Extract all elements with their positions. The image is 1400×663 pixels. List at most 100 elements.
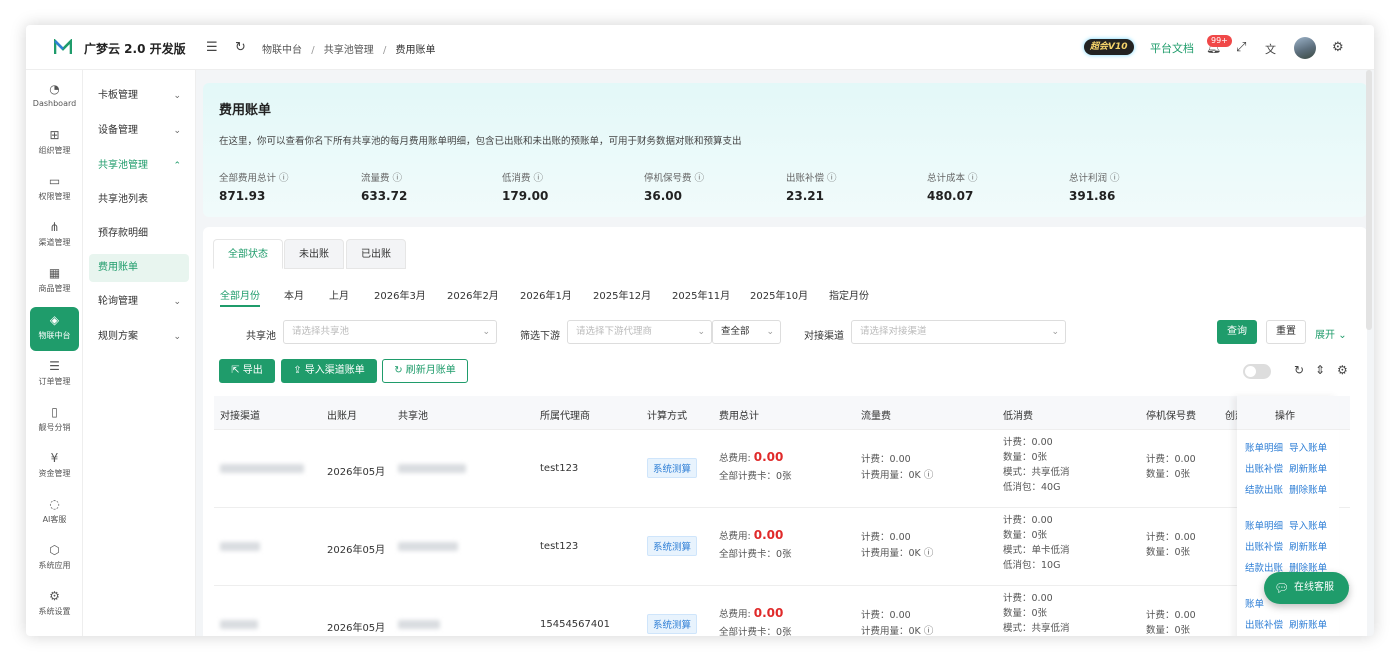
table-settings-icon[interactable]: ⚙ bbox=[1337, 363, 1348, 377]
subnav-item-rules[interactable]: 规则方案 ⌄ bbox=[89, 323, 189, 351]
table-row[interactable]: 2026年05月 15454567401 系统测算 总费用: 0.00 全部计费… bbox=[214, 586, 1350, 636]
query-button[interactable]: 查询 bbox=[1217, 320, 1257, 344]
delete-bill-link[interactable]: 删除账单 bbox=[1289, 485, 1327, 496]
breadcrumb-current: 费用账单 bbox=[395, 45, 436, 56]
refresh-bill-link[interactable]: 刷新账单 bbox=[1289, 620, 1327, 631]
breadcrumb-item[interactable]: 物联中台 bbox=[262, 45, 302, 56]
refresh-month-bill-button[interactable]: ↻ 刷新月账单 bbox=[382, 359, 468, 383]
table-row[interactable]: 2026年05月 test123 系统测算 总费用: 0.00 全部计费卡：0张… bbox=[214, 430, 1350, 508]
help-icon: ⓘ bbox=[827, 173, 837, 184]
rail-item-org[interactable]: ⊞ 组织管理 bbox=[30, 124, 79, 164]
channel-filter-label: 对接渠道 bbox=[804, 331, 844, 342]
month-option[interactable]: 2026年1月 bbox=[520, 287, 572, 302]
subnav-item-polling[interactable]: 轮询管理 ⌄ bbox=[89, 288, 189, 316]
month-option[interactable]: 2026年2月 bbox=[447, 287, 499, 302]
brand-name: 广梦云 2.0 开发版 bbox=[84, 42, 186, 56]
gear-icon[interactable]: ⚙ bbox=[1332, 40, 1344, 55]
page-scrollbar[interactable] bbox=[1366, 70, 1372, 330]
goods-icon: ▦ bbox=[48, 266, 61, 280]
subnav-item-deposit[interactable]: 预存款明细 bbox=[89, 220, 189, 248]
export-button[interactable]: ⇱ 导出 bbox=[219, 359, 275, 383]
column-header: 出账月 bbox=[327, 411, 357, 422]
rail-item-channel[interactable]: ⋔ 渠道管理 bbox=[30, 216, 79, 256]
breadcrumb-item[interactable]: 共享池管理 bbox=[324, 45, 374, 56]
refresh-table-icon[interactable]: ↻ bbox=[1294, 363, 1304, 377]
refresh-bill-link[interactable]: 刷新账单 bbox=[1289, 464, 1327, 475]
compensation-link[interactable]: 出账补偿 bbox=[1245, 620, 1283, 631]
rail-item-order[interactable]: ☰ 订单管理 bbox=[30, 355, 79, 395]
subnav-item-pool-list[interactable]: 共享池列表 bbox=[89, 186, 189, 214]
page-title: 费用账单 bbox=[219, 103, 272, 118]
top-bar: 广梦云 2.0 开发版 ☰ ↻ 物联中台 / 共享池管理 / 费用账单 超会V1… bbox=[26, 25, 1374, 70]
method-tag: 系统测算 bbox=[647, 614, 698, 634]
month-option[interactable]: 2025年10月 bbox=[750, 287, 808, 302]
import-bill-link[interactable]: 导入账单 bbox=[1289, 443, 1327, 454]
month-option[interactable]: 上月 bbox=[329, 287, 349, 302]
rail-item-dashboard[interactable]: ◔ Dashboard bbox=[30, 78, 79, 118]
downstream-scope-select[interactable]: 查全部 ⌄ bbox=[712, 320, 781, 344]
breadcrumb-separator: / bbox=[311, 45, 315, 56]
month-option[interactable]: 本月 bbox=[284, 287, 304, 302]
rail-item-settings[interactable]: ⚙ 系统设置 bbox=[30, 585, 79, 625]
stat-compensation: 出账补偿 ⓘ 23.21 bbox=[786, 173, 837, 203]
compensation-link[interactable]: 出账补偿 bbox=[1245, 464, 1283, 475]
bill-panel: 全部状态 未出账 已出账 全部月份 本月 上月 2026年3月 2026年2月 … bbox=[203, 227, 1367, 636]
table-row[interactable]: 2026年05月 test123 系统测算 总费用: 0.00 全部计费卡：0张… bbox=[214, 508, 1350, 586]
toggle-switch[interactable] bbox=[1243, 364, 1271, 379]
ai-icon: ◌ bbox=[49, 497, 60, 511]
reload-icon[interactable]: ↻ bbox=[235, 40, 246, 55]
vip-badge[interactable]: 超会V10 bbox=[1084, 39, 1134, 55]
refresh-bill-link[interactable]: 刷新账单 bbox=[1289, 542, 1327, 553]
rail-item-fund[interactable]: ¥ 资金管理 bbox=[30, 447, 79, 487]
settings-icon: ⚙ bbox=[49, 589, 60, 603]
main-sidebar: ◔ Dashboard ⊞ 组织管理 ▭ 权限管理 ⋔ 渠道管理 ▦ 商品管理 ◈ 物联中台… bbox=[26, 70, 83, 636]
settle-link[interactable]: 结款出账 bbox=[1245, 485, 1283, 496]
bill-detail-link[interactable]: 账单明细 bbox=[1245, 443, 1283, 454]
expand-filters-button[interactable]: 展开 ⌄ bbox=[1315, 326, 1347, 341]
chevron-down-icon: ⌄ bbox=[173, 332, 181, 342]
reset-button[interactable]: 重置 bbox=[1266, 320, 1306, 344]
pool-select[interactable]: 请选择共享池 ⌄ bbox=[283, 320, 497, 344]
subnav-item-card[interactable]: 卡板管理 ⌄ bbox=[89, 82, 189, 110]
bill-detail-link[interactable]: 账单明细 bbox=[1245, 521, 1283, 532]
channel-select[interactable]: 请选择对接渠道 ⌄ bbox=[851, 320, 1066, 344]
month-option[interactable]: 全部月份 bbox=[220, 287, 260, 307]
platform-docs-link[interactable]: 平台文档 bbox=[1150, 40, 1194, 56]
compensation-link[interactable]: 出账补偿 bbox=[1245, 542, 1283, 553]
subnav-item-bill[interactable]: 费用账单 bbox=[89, 254, 189, 282]
rail-item-phone[interactable]: ▯ 靓号分销 bbox=[30, 401, 79, 441]
downstream-select[interactable]: 请选择下游代理商 ⌄ bbox=[567, 320, 712, 344]
month-option[interactable]: 2025年11月 bbox=[672, 287, 730, 302]
notification-badge: 99+ bbox=[1207, 35, 1232, 47]
rail-item-apps[interactable]: ⬡ 系统应用 bbox=[30, 539, 79, 579]
import-bill-link[interactable]: 导入账单 bbox=[1289, 521, 1327, 532]
month-option[interactable]: 指定月份 bbox=[829, 287, 869, 302]
export-icon: ⇱ bbox=[231, 365, 240, 376]
tab-all[interactable]: 全部状态 bbox=[213, 239, 283, 269]
chevron-down-icon: ⌄ bbox=[766, 327, 774, 337]
stat-stop: 停机保号费 ⓘ 36.00 bbox=[644, 173, 705, 203]
tab-unbilled[interactable]: 未出账 bbox=[284, 239, 344, 269]
rail-item-iot[interactable]: ◈ 物联中台 bbox=[30, 307, 79, 351]
page-description: 在这里，你可以查看你名下所有共享池的每月费用账单明细，包含已出账和未出账的预账单… bbox=[219, 136, 742, 147]
month-option[interactable]: 2026年3月 bbox=[374, 287, 426, 302]
collapse-menu-icon[interactable]: ☰ bbox=[206, 40, 218, 55]
column-height-icon[interactable]: ⇕ bbox=[1315, 363, 1325, 377]
subnav-item-device[interactable]: 设备管理 ⌄ bbox=[89, 117, 189, 145]
online-support-button[interactable]: 💬︎ 在线客服 bbox=[1264, 572, 1349, 604]
tab-billed[interactable]: 已出账 bbox=[346, 239, 406, 269]
rail-item-goods[interactable]: ▦ 商品管理 bbox=[30, 262, 79, 302]
sub-sidebar: 卡板管理 ⌄ 设备管理 ⌄ 共享池管理 ⌃ 共享池列表 预存款明细 费用账单 轮询管理… bbox=[83, 70, 196, 636]
translate-icon[interactable]: 文 bbox=[1265, 41, 1276, 57]
app-icon: ⬡ bbox=[49, 543, 60, 557]
subnav-item-pool[interactable]: 共享池管理 ⌃ bbox=[89, 152, 189, 180]
import-channel-bill-button[interactable]: ⇪ 导入渠道账单 bbox=[281, 359, 377, 383]
rail-item-permission[interactable]: ▭ 权限管理 bbox=[30, 170, 79, 210]
rail-item-ai[interactable]: ◌ AI客服 bbox=[30, 493, 79, 533]
column-header: 共享池 bbox=[398, 411, 428, 422]
stat-flow: 流量费 ⓘ 633.72 bbox=[361, 173, 408, 203]
fullscreen-icon[interactable]: ⤢ bbox=[1236, 40, 1246, 55]
month-option[interactable]: 2025年12月 bbox=[593, 287, 651, 302]
avatar[interactable] bbox=[1294, 37, 1316, 59]
bill-detail-link[interactable]: 账单 bbox=[1245, 599, 1264, 610]
